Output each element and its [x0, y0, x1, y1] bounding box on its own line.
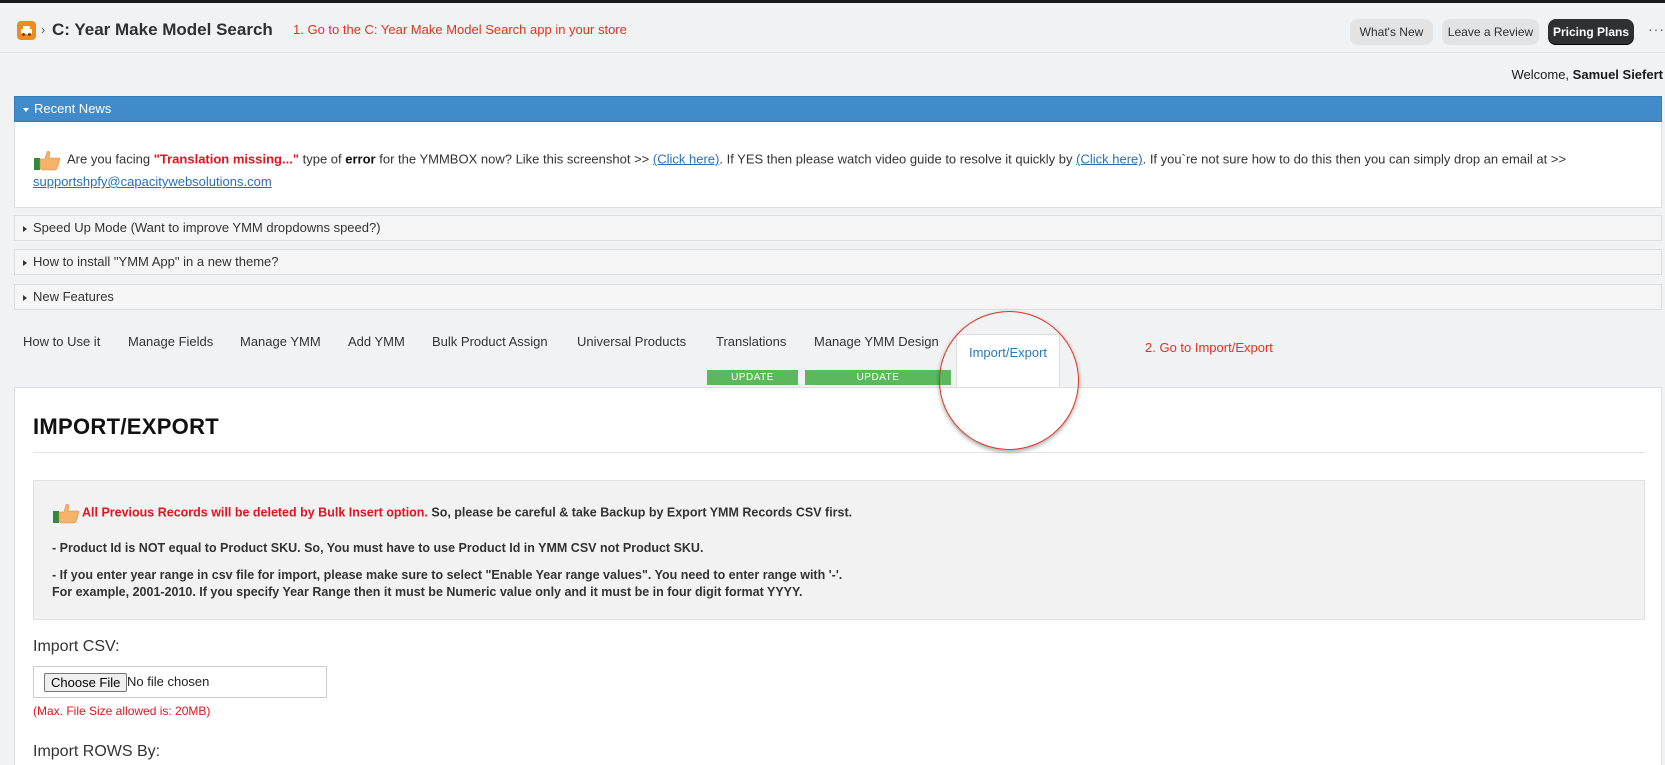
tab-add-ymm[interactable]: Add YMM — [348, 334, 405, 349]
panel-title: How to install "YMM App" in a new theme? — [33, 254, 279, 269]
tab-universal-products[interactable]: Universal Products — [577, 334, 686, 349]
install-ymm-panel[interactable]: How to install "YMM App" in a new theme? — [14, 249, 1662, 275]
panel-title: New Features — [33, 289, 114, 304]
leave-review-button[interactable]: Leave a Review — [1442, 19, 1539, 45]
update-badge: UPDATE — [707, 370, 798, 385]
thumbs-pointing-icon — [53, 503, 80, 524]
notice-year-example: For example, 2001-2010. If you specify Y… — [52, 585, 803, 599]
app-header: › C: Year Make Model Search 1. Go to the… — [0, 3, 1665, 53]
news-text: Are you facing "Translation missing..." … — [33, 148, 1566, 172]
news-text-2: type of — [302, 151, 342, 167]
import-rows-label: Import ROWS By: — [33, 743, 161, 760]
import-export-content: IMPORT/EXPORT All Previous Records will … — [14, 387, 1662, 765]
tab-bulk-product-assign[interactable]: Bulk Product Assign — [432, 334, 548, 349]
page-title: IMPORT/EXPORT — [33, 414, 220, 439]
app-icon[interactable] — [17, 21, 36, 40]
translation-missing-highlight: "Translation missing..." — [153, 151, 299, 167]
new-features-panel[interactable]: New Features — [14, 284, 1662, 310]
tab-manage-ymm-design[interactable]: Manage YMM Design — [814, 334, 939, 349]
tab-import-export[interactable]: Import/Export — [956, 334, 1060, 388]
car-icon — [21, 26, 32, 36]
tab-translations[interactable]: Translations — [716, 334, 786, 349]
news-email-line: supportshpfy@capacitywebsolutions.com — [33, 174, 272, 189]
max-file-size-note: (Max. File Size allowed is: 20MB) — [33, 704, 211, 718]
tab-manage-fields[interactable]: Manage Fields — [128, 334, 213, 349]
recent-news-body: Are you facing "Translation missing..." … — [14, 122, 1662, 208]
panel-title: Speed Up Mode (Want to improve YMM dropd… — [33, 220, 381, 235]
tab-manage-ymm[interactable]: Manage YMM — [240, 334, 321, 349]
news-text-5: . If you`re not sure how to do this then… — [1142, 151, 1567, 167]
caret-right-icon — [23, 259, 27, 266]
speed-up-mode-panel[interactable]: Speed Up Mode (Want to improve YMM dropd… — [14, 215, 1662, 241]
click-here-link-2[interactable]: (Click here) — [1076, 151, 1142, 166]
notice-warning: All Previous Records will be deleted by … — [52, 501, 852, 525]
error-bold: error — [345, 151, 376, 167]
caret-right-icon — [23, 225, 27, 232]
update-badge: UPDATE — [805, 370, 951, 385]
whats-new-button[interactable]: What's New — [1350, 19, 1433, 45]
pricing-plans-button[interactable]: Pricing Plans — [1548, 19, 1634, 45]
app-title: C: Year Make Model Search — [52, 20, 273, 39]
welcome-prefix: Welcome, — [1511, 67, 1570, 82]
news-text-3: for the YMMBOX now? Like this screenshot… — [379, 151, 650, 167]
notice-product-id: - Product Id is NOT equal to Product SKU… — [52, 541, 704, 555]
step-annotation-2: 2. Go to Import/Export — [1145, 340, 1273, 355]
thumbs-pointing-icon — [34, 150, 61, 171]
notice-year-range: - If you enter year range in csv file fo… — [52, 568, 843, 582]
import-csv-label: Import CSV: — [33, 638, 120, 655]
welcome-user: Samuel Siefert — [1572, 67, 1663, 82]
step-annotation-1: 1. Go to the C: Year Make Model Search a… — [293, 22, 627, 37]
bulk-insert-warning: All Previous Records will be deleted by … — [82, 505, 428, 520]
recent-news-title: Recent News — [34, 101, 112, 116]
click-here-link-1[interactable]: (Click here) — [653, 151, 719, 166]
news-text-1: Are you facing — [67, 151, 151, 167]
backup-advice: So, please be careful & take Backup by E… — [427, 505, 853, 520]
file-input[interactable]: Choose File No file chosen — [33, 666, 327, 698]
breadcrumb-separator: › — [41, 22, 46, 37]
file-status: No file chosen — [127, 674, 210, 689]
caret-right-icon — [23, 294, 27, 301]
recent-news-header[interactable]: Recent News — [14, 96, 1662, 122]
more-options-icon[interactable]: ··· — [1648, 21, 1665, 37]
tab-how-to-use[interactable]: How to Use it — [23, 334, 100, 349]
welcome-message: Welcome, Samuel Siefert — [1511, 67, 1663, 82]
support-email-link[interactable]: supportshpfy@capacitywebsolutions.com — [33, 174, 272, 189]
choose-file-button[interactable]: Choose File — [44, 673, 128, 692]
caret-down-icon — [23, 107, 29, 112]
divider — [33, 452, 1645, 453]
import-notice: All Previous Records will be deleted by … — [33, 480, 1645, 620]
news-text-4: . If YES then please watch video guide t… — [719, 151, 1073, 167]
